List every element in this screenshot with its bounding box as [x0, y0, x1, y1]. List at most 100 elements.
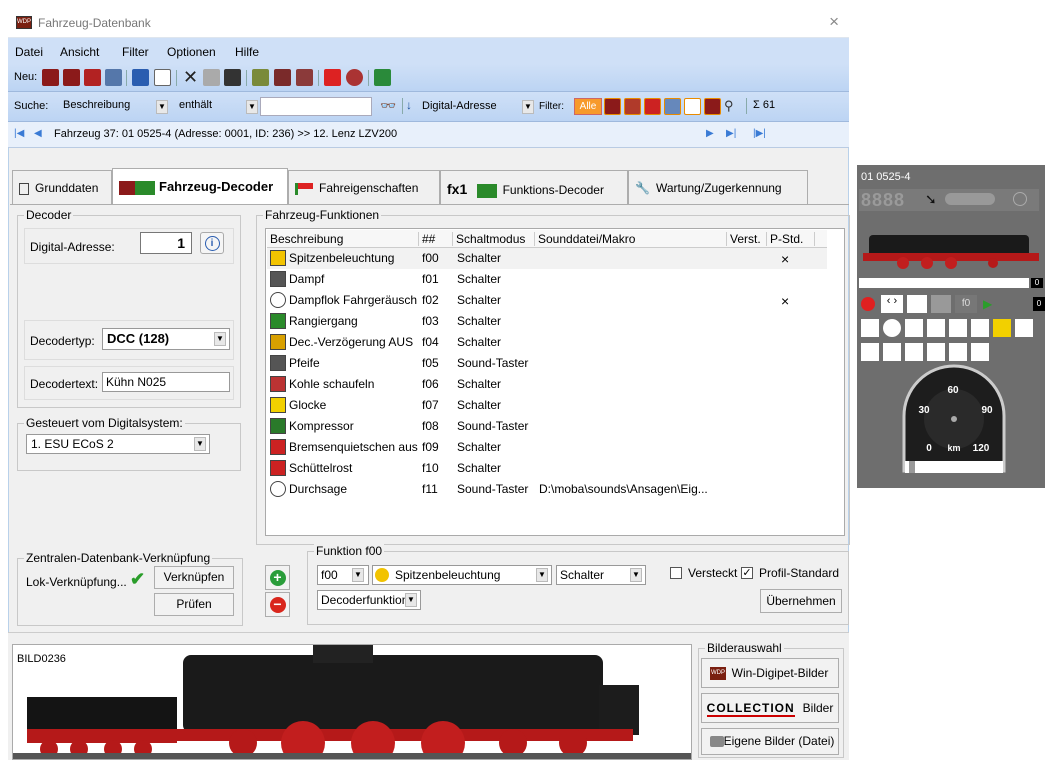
col-sounddatei[interactable]: Sounddatei/Makro: [535, 232, 727, 246]
new-railcar-icon[interactable]: [63, 69, 80, 86]
col-schaltmodus[interactable]: Schaltmodus: [453, 232, 535, 246]
import-icon[interactable]: [252, 69, 269, 86]
exit-icon[interactable]: [374, 69, 391, 86]
document-icon[interactable]: [154, 69, 171, 86]
new-wagon-icon[interactable]: [105, 69, 122, 86]
menu-ansicht[interactable]: Ansicht: [60, 45, 99, 59]
play-icon[interactable]: ▶: [983, 297, 992, 311]
save-icon[interactable]: [132, 69, 149, 86]
chevron-down-icon[interactable]: ▼: [536, 568, 548, 582]
speedometer[interactable]: 60 30 90 0 km 120: [899, 361, 1009, 481]
shunting-function-icon[interactable]: [905, 319, 923, 337]
filter-list-icon[interactable]: [684, 98, 701, 115]
filter-search-icon[interactable]: ⚲: [724, 98, 741, 115]
extra-function-icon[interactable]: [927, 343, 945, 361]
f0-button[interactable]: f0: [955, 295, 977, 313]
table-row[interactable]: Dampflok Fahrgeräusch f02 Schalter ×: [267, 290, 827, 311]
col-verst[interactable]: Verst.: [727, 232, 767, 246]
filter-car-icon[interactable]: [644, 98, 661, 115]
magnet-icon[interactable]: [324, 69, 341, 86]
bell-function-icon[interactable]: [993, 319, 1011, 337]
sound-function-icon[interactable]: [883, 319, 901, 337]
chevron-down-icon[interactable]: ▼: [405, 593, 417, 607]
filter-locomotive-icon[interactable]: [604, 98, 621, 115]
headlight-function-icon[interactable]: [907, 295, 927, 313]
filter-all-button[interactable]: Alle: [574, 98, 602, 115]
new-car-icon[interactable]: [84, 69, 101, 86]
sort-field-value[interactable]: Digital-Adresse: [422, 100, 497, 112]
compressor-function-icon[interactable]: [1015, 319, 1033, 337]
first-record-icon[interactable]: |◀: [14, 128, 24, 139]
chevron-down-icon[interactable]: ▼: [194, 437, 206, 451]
remove-function-button[interactable]: −: [265, 592, 290, 617]
brake-squeal-function-icon[interactable]: [861, 343, 879, 361]
whistle-function-icon[interactable]: [949, 319, 967, 337]
announcement-function-icon[interactable]: [905, 343, 923, 361]
stop-icon[interactable]: [861, 297, 875, 311]
sort-icon[interactable]: ↓: [406, 98, 423, 115]
decoder-type-select[interactable]: DCC (128): [102, 328, 230, 350]
table-row[interactable]: Rangiergang f03 Schalter: [267, 311, 827, 332]
info-button[interactable]: i: [200, 232, 224, 254]
table-row[interactable]: Pfeife f05 Sound-Taster: [267, 353, 827, 374]
coal-function-icon[interactable]: [971, 319, 989, 337]
chevron-down-icon[interactable]: ▼: [630, 568, 642, 582]
col-pstd[interactable]: P-Std.: [767, 232, 815, 246]
grate-function-icon[interactable]: [883, 343, 901, 361]
table-row[interactable]: Schüttelrost f10 Schalter: [267, 458, 827, 479]
steam-function-icon[interactable]: [861, 319, 879, 337]
chevron-down-icon[interactable]: ▼: [156, 100, 168, 114]
page-icon[interactable]: [931, 295, 951, 313]
table-icon[interactable]: [224, 69, 241, 86]
binoculars-icon[interactable]: 👓: [380, 98, 397, 115]
check-button[interactable]: Prüfen: [154, 593, 234, 616]
apply-button[interactable]: Übernehmen: [760, 589, 842, 613]
table-row[interactable]: Bremsenquietschen aus f09 Schalter: [267, 437, 827, 458]
disk-icon[interactable]: [346, 69, 363, 86]
decoder-text-input[interactable]: Kühn N025: [102, 372, 230, 392]
hidden-checkbox[interactable]: [670, 567, 682, 579]
menu-optionen[interactable]: Optionen: [167, 45, 216, 59]
tab-funktions-decoder[interactable]: fx1 Funktions-Decoder: [440, 170, 628, 204]
wdp-images-button[interactable]: WDP Win-Digipet-Bilder: [701, 658, 839, 688]
address-input[interactable]: 1: [140, 232, 192, 254]
table-row[interactable]: Spitzenbeleuchtung f00 Schalter ×: [267, 248, 827, 269]
filter-wagon-icon[interactable]: [664, 98, 681, 115]
direction-icon[interactable]: ‹ ›: [881, 295, 903, 313]
add-function-button[interactable]: +: [265, 565, 290, 590]
function-description-select[interactable]: Spitzenbeleuchtung: [372, 565, 552, 585]
last-record-icon[interactable]: ▶|: [726, 128, 736, 139]
chevron-down-icon[interactable]: ▼: [246, 100, 258, 114]
new-locomotive-icon[interactable]: [42, 69, 59, 86]
search-input[interactable]: [260, 97, 372, 116]
chevron-down-icon[interactable]: ▼: [214, 332, 226, 346]
menu-hilfe[interactable]: Hilfe: [235, 45, 259, 59]
speed-bar[interactable]: [859, 278, 1029, 288]
filter-railcar-icon[interactable]: [624, 98, 641, 115]
close-button[interactable]: ×: [829, 12, 839, 32]
brake-function-icon[interactable]: [927, 319, 945, 337]
new-record-icon[interactable]: |▶|: [753, 128, 766, 139]
print-icon[interactable]: [203, 69, 220, 86]
drain-function-icon[interactable]: [971, 343, 989, 361]
tab-fahreigenschaften[interactable]: Fahreigenschaften: [288, 170, 440, 204]
own-images-button[interactable]: Eigene Bilder (Datei): [701, 728, 839, 755]
table-row[interactable]: Kohle schaufeln f06 Schalter: [267, 374, 827, 395]
table-row[interactable]: Durchsage f11 Sound-Taster D:\moba\sounds\A…: [267, 479, 827, 500]
tab-wartung[interactable]: 🔧 Wartung/Zugerkennung: [628, 170, 808, 204]
collection-images-button[interactable]: COLLECTION Bilder: [701, 693, 839, 723]
menu-datei[interactable]: Datei: [15, 45, 43, 59]
profile-checkbox[interactable]: ✓: [741, 567, 753, 579]
chevron-down-icon[interactable]: ▼: [352, 568, 364, 582]
table-row[interactable]: Glocke f07 Schalter: [267, 395, 827, 416]
delete-icon[interactable]: ✕: [182, 68, 199, 86]
next-record-icon[interactable]: ▶: [706, 128, 714, 139]
link-button[interactable]: Verknüpfen: [154, 566, 234, 589]
filter-train-icon[interactable]: [704, 98, 721, 115]
locomotive-settings-icon[interactable]: [274, 69, 291, 86]
table-row[interactable]: Dampf f01 Schalter: [267, 269, 827, 290]
digital-system-select[interactable]: 1. ESU ECoS 2: [26, 434, 210, 454]
coupler-function-icon[interactable]: [949, 343, 967, 361]
table-row[interactable]: Kompressor f08 Sound-Taster: [267, 416, 827, 437]
wagon-settings-icon[interactable]: [296, 69, 313, 86]
